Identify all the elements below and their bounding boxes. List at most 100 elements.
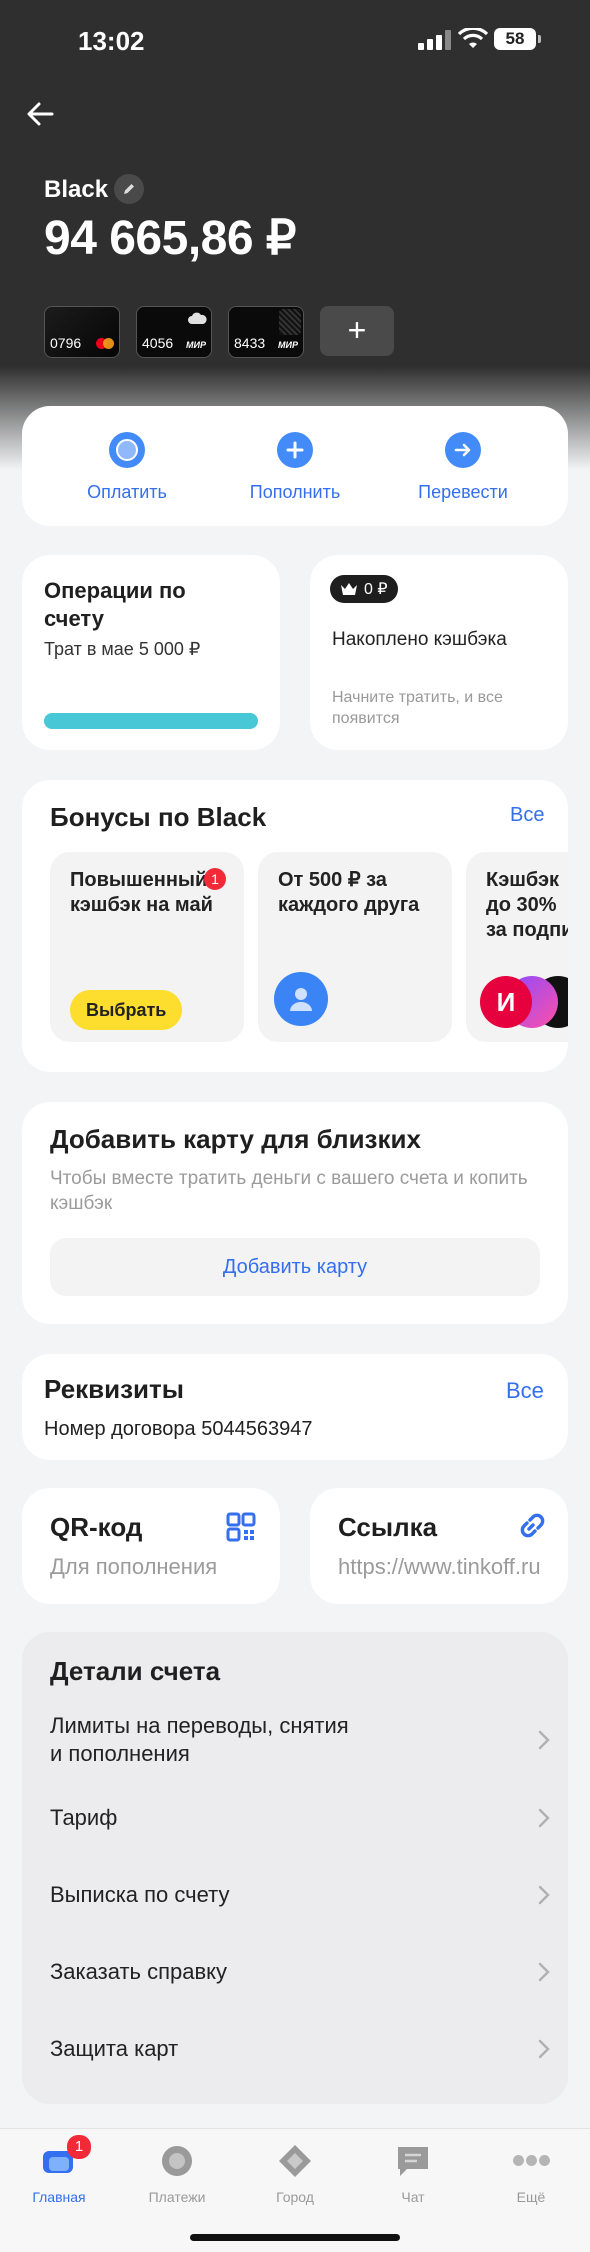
qr-code-icon xyxy=(226,1512,256,1542)
card-thumbnail[interactable]: 0796 xyxy=(44,306,120,358)
tab-chat[interactable]: Чат xyxy=(354,2143,472,2205)
details-item-label: Тариф xyxy=(50,1805,118,1830)
cashback-title: Накоплено кэшбэка xyxy=(332,629,507,650)
card-pattern xyxy=(279,309,301,335)
transfer-label: Перевести xyxy=(418,482,508,502)
operations-title: Операции по счету xyxy=(44,578,186,631)
link-url: https://www.tinkoff.ru xyxy=(338,1554,541,1579)
pay-label: Оплатить xyxy=(87,482,167,502)
cashback-widget[interactable]: 0 ₽ Накоплено кэшбэка Начните тратить, и… xyxy=(310,555,568,750)
plus-icon xyxy=(277,432,313,468)
friend-icon xyxy=(274,972,328,1026)
chevron-right-icon xyxy=(538,2039,550,2059)
chevron-right-icon xyxy=(538,1730,550,1750)
quick-actions: Оплатить Пополнить Перевести xyxy=(22,406,568,526)
cards-row: 0796 4056 МИР 8433 МИР + xyxy=(44,306,394,358)
account-balance: 94 665,86 ₽ xyxy=(44,212,296,265)
edit-name-button[interactable] xyxy=(114,174,144,204)
mastercard-icon xyxy=(96,338,114,349)
operations-spent: Трат в мае 5 000 ₽ xyxy=(44,639,201,659)
notification-badge: 1 xyxy=(67,2135,91,2159)
ivi-icon: И xyxy=(480,976,532,1028)
battery-indicator: 58 xyxy=(494,28,541,50)
status-bar: 13:02 58 xyxy=(0,0,590,80)
topup-button[interactable]: Пополнить xyxy=(210,432,380,503)
mir-logo: МИР xyxy=(186,340,206,350)
back-arrow-icon[interactable] xyxy=(22,98,58,130)
family-card-section: Добавить карту для близких Чтобы вместе … xyxy=(22,1102,568,1324)
add-card-for-family-button[interactable]: Добавить карту xyxy=(50,1238,540,1296)
bonus-title: Повышенный кэшбэк на май xyxy=(70,869,213,916)
city-icon xyxy=(277,2143,313,2179)
details-item-certificate[interactable]: Заказать справку xyxy=(50,1958,550,1986)
card-number: 4056 xyxy=(142,335,174,351)
bonuses-title: Бонусы по Black xyxy=(50,802,267,832)
add-card-button[interactable]: + xyxy=(320,306,394,356)
details-item-limits[interactable]: Лимиты на переводы, снятия и пополнения xyxy=(50,1712,550,1768)
payments-icon xyxy=(159,2143,195,2179)
card-thumbnail[interactable]: 4056 МИР xyxy=(136,306,212,358)
link-icon xyxy=(514,1510,548,1544)
details-item-tariff[interactable]: Тариф xyxy=(50,1804,550,1832)
chat-icon xyxy=(395,2143,431,2179)
mir-logo: МИР xyxy=(278,340,298,350)
spending-progress-bar xyxy=(44,713,258,729)
qr-title: QR-код xyxy=(50,1512,143,1542)
account-details-section: Детали счета Лимиты на переводы, снятия … xyxy=(22,1632,568,2104)
pencil-icon xyxy=(124,184,134,194)
wifi-icon xyxy=(458,28,488,48)
family-description: Чтобы вместе тратить деньги с вашего сче… xyxy=(50,1168,528,1214)
cashback-hint: Начните тратить, и все появится xyxy=(332,689,503,727)
tab-label: Платежи xyxy=(148,2189,206,2205)
chevron-right-icon xyxy=(538,1808,550,1828)
crown-icon xyxy=(341,583,357,595)
cloud-icon xyxy=(188,312,207,324)
share-link-tile[interactable]: Ссылка https://www.tinkoff.ru xyxy=(310,1488,568,1604)
status-time: 13:02 xyxy=(78,26,145,56)
details-item-statement[interactable]: Выписка по счету xyxy=(50,1881,550,1909)
details-title: Детали счета xyxy=(50,1656,221,1686)
cashback-amount: 0 ₽ xyxy=(364,581,388,598)
contract-number: Номер договора 5044563947 xyxy=(44,1418,313,1440)
details-item-label: Защита карт xyxy=(50,2036,179,2061)
card-number: 8433 xyxy=(234,335,266,351)
requisites-section[interactable]: Реквизиты Все Номер договора 5044563947 xyxy=(22,1354,568,1460)
details-item-card-protection[interactable]: Защита карт xyxy=(50,2035,550,2063)
bonuses-section: Бонусы по Black Все Повышенный кэшбэк на… xyxy=(22,780,568,1072)
bonus-card[interactable]: Повышенный кэшбэк на май 1 Выбрать xyxy=(50,852,244,1042)
tab-payments[interactable]: Платежи xyxy=(118,2143,236,2205)
details-item-label: Заказать справку xyxy=(50,1959,228,1984)
chevron-right-icon xyxy=(538,1885,550,1905)
choose-button[interactable]: Выбрать xyxy=(70,990,183,1030)
pay-icon xyxy=(109,432,145,468)
signal-icon xyxy=(418,30,452,50)
qr-subtitle: Для пополнения xyxy=(50,1554,218,1579)
arrow-right-icon xyxy=(445,432,481,468)
card-thumbnail[interactable]: 8433 МИР xyxy=(228,306,304,358)
home-indicator xyxy=(190,2234,400,2241)
tab-label: Чат xyxy=(401,2189,425,2205)
operations-widget[interactable]: Операции по счету Трат в мае 5 000 ₽ xyxy=(22,555,280,750)
home-icon: 1 xyxy=(41,2135,91,2179)
pay-button[interactable]: Оплатить xyxy=(42,432,212,503)
tab-city[interactable]: Город xyxy=(236,2143,354,2205)
bonus-card[interactable]: От 500 ₽ за каждого друга xyxy=(258,852,452,1042)
bonus-title: Кэшбэк до 30% за подпи xyxy=(486,869,568,941)
qr-code-tile[interactable]: QR-код Для пополнения xyxy=(22,1488,280,1604)
tab-label: Ещё xyxy=(516,2189,546,2205)
more-icon xyxy=(513,2143,550,2179)
transfer-button[interactable]: Перевести xyxy=(378,432,548,503)
tab-more[interactable]: Ещё xyxy=(472,2143,590,2205)
cashback-badge: 0 ₽ xyxy=(330,575,398,603)
topup-label: Пополнить xyxy=(249,482,341,502)
tab-label: Главная xyxy=(32,2189,86,2205)
bonuses-all-link[interactable]: Все xyxy=(510,804,544,827)
bonus-card[interactable]: Кэшбэк до 30% за подпи И xyxy=(466,852,568,1042)
tab-label: Город xyxy=(276,2189,314,2205)
requisites-all-link[interactable]: Все xyxy=(506,1378,544,1404)
notification-badge: 1 xyxy=(204,868,226,890)
details-item-label: Выписка по счету xyxy=(50,1882,230,1907)
card-number: 0796 xyxy=(50,335,82,351)
tab-home[interactable]: 1 Главная xyxy=(0,2135,118,2205)
bonus-title: От 500 ₽ за каждого друга xyxy=(278,869,420,916)
